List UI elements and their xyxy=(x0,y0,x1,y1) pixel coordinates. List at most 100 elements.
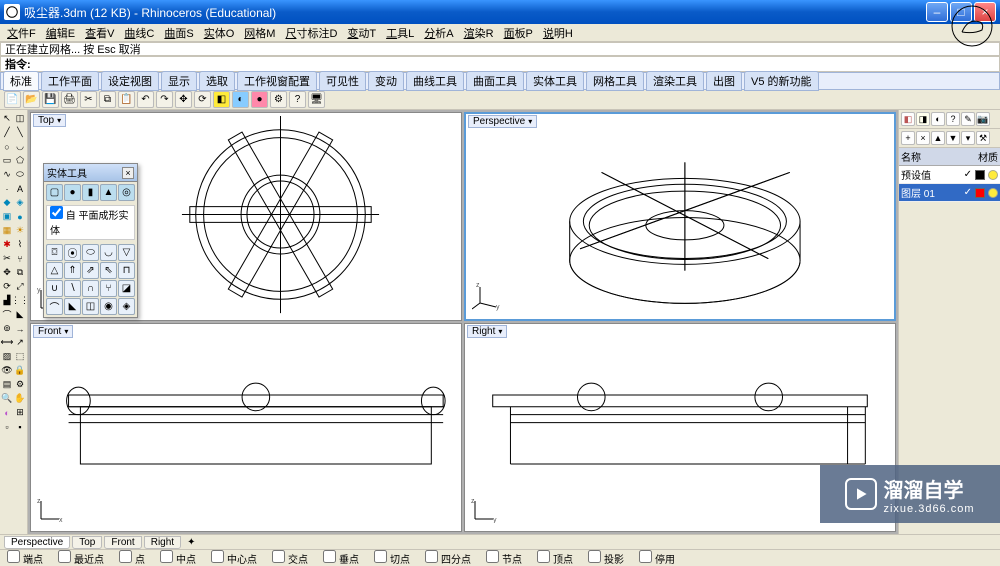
shell-icon[interactable]: ◫ xyxy=(82,298,99,315)
torus-solid-icon[interactable]: ◎ xyxy=(118,184,135,201)
tab-solid-tools[interactable]: 实体工具 xyxy=(526,71,584,91)
shade-icon[interactable]: ◐ xyxy=(1,406,13,419)
print-icon[interactable]: 🖨 xyxy=(61,91,78,108)
polygon-icon[interactable]: ⬠ xyxy=(14,154,26,167)
layers-panel-icon[interactable]: ◨ xyxy=(916,112,930,126)
arc-icon[interactable]: ◡ xyxy=(14,140,26,153)
visible-icon[interactable]: ✓ xyxy=(964,187,972,198)
tube-icon[interactable]: ⌼ xyxy=(46,244,63,261)
menu-help[interactable]: 说明H xyxy=(540,24,576,42)
tab-v5-new[interactable]: V5 的新功能 xyxy=(744,71,819,91)
bool-split-icon[interactable]: ⑂ xyxy=(100,280,117,297)
cone-solid-icon[interactable]: ▲ xyxy=(100,184,117,201)
color-swatch[interactable] xyxy=(975,188,985,198)
explode-icon[interactable]: ✱ xyxy=(1,238,13,251)
lasso-icon[interactable]: ◫ xyxy=(14,112,26,125)
tab-visibility[interactable]: 可见性 xyxy=(319,71,366,91)
btab-top[interactable]: Top xyxy=(72,536,102,549)
camera-panel-icon[interactable]: 📷 xyxy=(976,112,990,126)
help-panel-icon[interactable]: ? xyxy=(946,112,960,126)
delete-layer-icon[interactable]: × xyxy=(916,131,930,145)
pipe-icon[interactable]: ⦿ xyxy=(64,244,81,261)
hide-icon[interactable]: 👁 xyxy=(1,364,13,377)
settings-icon[interactable]: ⚙ xyxy=(14,378,26,391)
fillet-edge-icon[interactable]: ⌒ xyxy=(46,298,63,315)
menu-dimension[interactable]: 尺寸标注D xyxy=(282,24,340,42)
copy-icon[interactable]: ⧉ xyxy=(99,91,116,108)
osnap-quad[interactable] xyxy=(425,550,438,563)
open-icon[interactable]: 📂 xyxy=(23,91,40,108)
undo-icon[interactable]: ↶ xyxy=(137,91,154,108)
tab-select[interactable]: 选取 xyxy=(199,71,235,91)
misc2-icon[interactable]: ▪ xyxy=(14,420,26,433)
properties-panel-icon[interactable]: ◧ xyxy=(901,112,915,126)
viewport-perspective[interactable]: Perspective▾ xyxy=(464,112,896,321)
menu-transform[interactable]: 变动T xyxy=(344,24,379,42)
group-icon[interactable]: ⬚ xyxy=(14,350,26,363)
trim-icon[interactable]: ✂ xyxy=(1,252,13,265)
save-icon[interactable]: 💾 xyxy=(42,91,59,108)
menu-curve[interactable]: 曲线C xyxy=(121,24,157,42)
osnap-tan[interactable] xyxy=(374,550,387,563)
tab-curve-tools[interactable]: 曲线工具 xyxy=(406,71,464,91)
layer-up-icon[interactable]: ▲ xyxy=(931,131,945,145)
bulb-icon[interactable] xyxy=(988,188,998,198)
osnap-int[interactable] xyxy=(272,550,285,563)
split-icon[interactable]: ⑂ xyxy=(14,252,26,265)
surface-icon[interactable]: ◆ xyxy=(1,196,13,209)
extrude-crv-icon[interactable]: ⇗ xyxy=(82,262,99,279)
tab-display[interactable]: 显示 xyxy=(161,71,197,91)
boss-icon[interactable]: ◈ xyxy=(118,298,135,315)
menu-render[interactable]: 渲染R xyxy=(461,24,497,42)
sphere-solid-icon[interactable]: ● xyxy=(64,184,81,201)
tab-cplane[interactable]: 工作平面 xyxy=(41,71,99,91)
fillet-icon[interactable]: ⌒ xyxy=(1,308,13,321)
bool-diff-icon[interactable]: ∖ xyxy=(64,280,81,297)
osnap-cen[interactable] xyxy=(211,550,224,563)
paraboloid-icon[interactable]: ◡ xyxy=(100,244,117,261)
menu-view[interactable]: 查看V xyxy=(82,24,117,42)
select-icon[interactable]: ↖ xyxy=(1,112,13,125)
box-icon[interactable]: ▣ xyxy=(1,210,13,223)
osnap-vertex[interactable] xyxy=(537,550,550,563)
layer-row-01[interactable]: 图层 01 ✓ xyxy=(899,184,1000,202)
visible-icon[interactable]: ✓ xyxy=(964,169,972,180)
help-icon[interactable]: ? xyxy=(289,91,306,108)
move-tool-icon[interactable]: ✥ xyxy=(1,266,13,279)
bool2-icon[interactable]: ◪ xyxy=(118,280,135,297)
wireframe-icon[interactable]: ⊞ xyxy=(14,406,26,419)
properties-icon[interactable]: ◐ xyxy=(232,91,249,108)
cut-icon[interactable]: ✂ xyxy=(80,91,97,108)
menu-tools[interactable]: 工具L xyxy=(383,24,417,42)
menu-analyze[interactable]: 分析A xyxy=(421,24,456,42)
redo-icon[interactable]: ↷ xyxy=(156,91,173,108)
tab-setview[interactable]: 设定视图 xyxy=(101,71,159,91)
cap-icon[interactable]: ⊓ xyxy=(118,262,135,279)
filter-icon[interactable]: ▾ xyxy=(961,131,975,145)
hole-icon[interactable]: ◉ xyxy=(100,298,117,315)
tab-transform[interactable]: 变动 xyxy=(368,71,404,91)
rect-icon[interactable]: ▭ xyxy=(1,154,13,167)
planar-checkbox[interactable] xyxy=(50,206,63,219)
misc1-icon[interactable]: ▫ xyxy=(1,420,13,433)
viewport-perspective-label[interactable]: Perspective▾ xyxy=(468,115,537,128)
pan-icon[interactable]: ✋ xyxy=(14,392,26,405)
hatch-icon[interactable]: ▨ xyxy=(1,350,13,363)
menu-mesh[interactable]: 网格M xyxy=(241,24,278,42)
text-icon[interactable]: A xyxy=(14,182,26,195)
mesh-icon[interactable]: ▦ xyxy=(1,224,13,237)
polyline-icon[interactable]: ╲ xyxy=(14,126,26,139)
float-titlebar[interactable]: 实体工具 × xyxy=(44,164,137,182)
render-icon[interactable]: ● xyxy=(251,91,268,108)
tab-standard[interactable]: 标准 xyxy=(3,71,39,91)
lock-icon[interactable]: 🔒 xyxy=(14,364,26,377)
curve-icon[interactable]: ∿ xyxy=(1,168,13,181)
menu-file[interactable]: 文件F xyxy=(4,24,39,42)
box-solid-icon[interactable]: ▢ xyxy=(46,184,63,201)
ellipsoid-icon[interactable]: ⬭ xyxy=(82,244,99,261)
join-icon[interactable]: ⌇ xyxy=(14,238,26,251)
layer-tool-icon[interactable]: ▤ xyxy=(1,378,13,391)
btab-front[interactable]: Front xyxy=(104,536,141,549)
tab-mesh-tools[interactable]: 网格工具 xyxy=(586,71,644,91)
viewport-front[interactable]: Front▾ zx xyxy=(30,323,462,532)
